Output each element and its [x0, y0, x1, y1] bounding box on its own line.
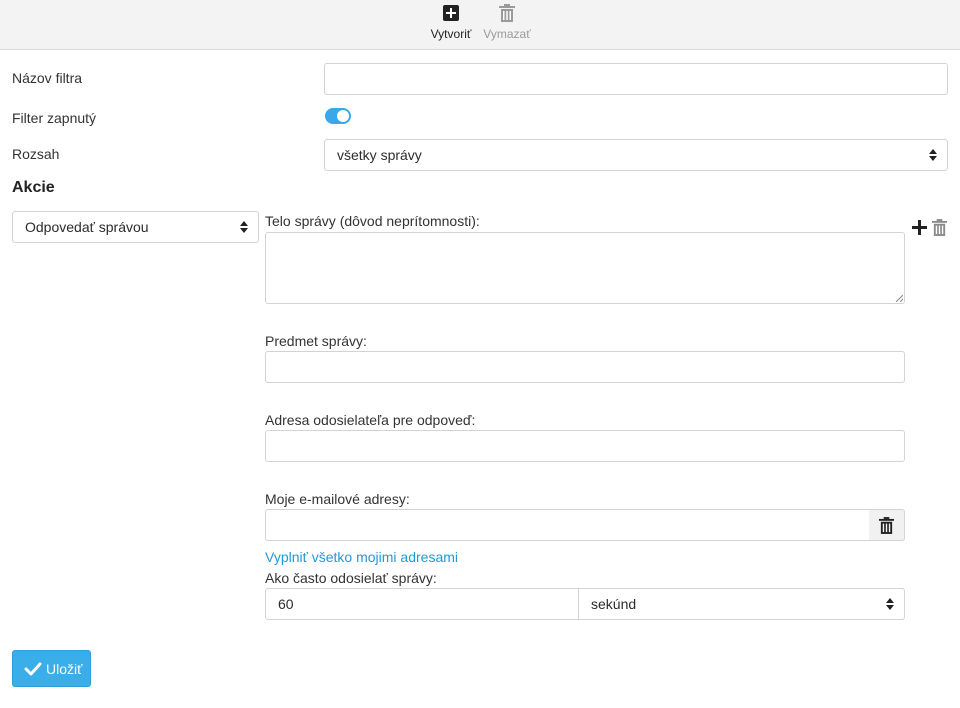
delete-button[interactable]: Vymazať: [477, 2, 537, 41]
sender-label: Adresa odosielateľa pre odpoveď:: [265, 412, 476, 428]
check-icon: [24, 662, 42, 676]
add-action-icon[interactable]: [912, 220, 927, 235]
sort-arrows-icon: [240, 221, 248, 233]
resize-handle-icon[interactable]: [895, 294, 903, 302]
scope-label: Rozsah: [12, 146, 60, 162]
toggle-knob: [337, 110, 349, 122]
frequency-unit-select[interactable]: sekúnd: [578, 588, 905, 620]
sender-input[interactable]: [265, 430, 905, 462]
actions-heading: Akcie: [12, 179, 55, 196]
fill-addresses-link[interactable]: Vyplniť všetko mojimi adresami: [265, 549, 458, 565]
scope-value: všetky správy: [337, 147, 422, 163]
save-label: Uložiť: [46, 661, 83, 677]
toolbar: Vytvoriť Vymazať: [0, 0, 960, 50]
trash-icon: [879, 517, 894, 534]
subject-label: Predmet správy:: [265, 333, 367, 349]
subject-input[interactable]: [265, 351, 905, 383]
action-type-select[interactable]: Odpovedať správou: [12, 211, 259, 243]
create-label: Vytvoriť: [430, 27, 472, 41]
body-label: Telo správy (dôvod neprítomnosti):: [265, 213, 480, 229]
save-button[interactable]: Uložiť: [12, 650, 91, 687]
frequency-label: Ako často odosielať správy:: [265, 570, 437, 586]
frequency-input[interactable]: 60: [265, 588, 579, 620]
create-button[interactable]: Vytvoriť: [421, 2, 481, 41]
body-textarea[interactable]: [265, 232, 905, 304]
filter-enabled-toggle[interactable]: [325, 108, 351, 124]
plus-square-icon: [421, 2, 481, 24]
my-addresses-label: Moje e-mailové adresy:: [265, 491, 410, 507]
filter-name-input[interactable]: [324, 63, 948, 95]
scope-select[interactable]: všetky správy: [324, 139, 948, 171]
delete-label: Vymazať: [483, 27, 531, 41]
sort-arrows-icon: [886, 598, 894, 610]
sort-arrows-icon: [929, 149, 937, 161]
action-type-value: Odpovedať správou: [25, 219, 149, 235]
my-addresses-input[interactable]: [265, 509, 870, 541]
filter-enabled-label: Filter zapnutý: [12, 110, 97, 126]
trash-icon: [477, 2, 537, 24]
remove-action-icon[interactable]: [932, 219, 947, 236]
filter-name-label: Názov filtra: [12, 70, 83, 86]
clear-addresses-button[interactable]: [869, 509, 905, 541]
frequency-unit-value: sekúnd: [591, 596, 637, 612]
